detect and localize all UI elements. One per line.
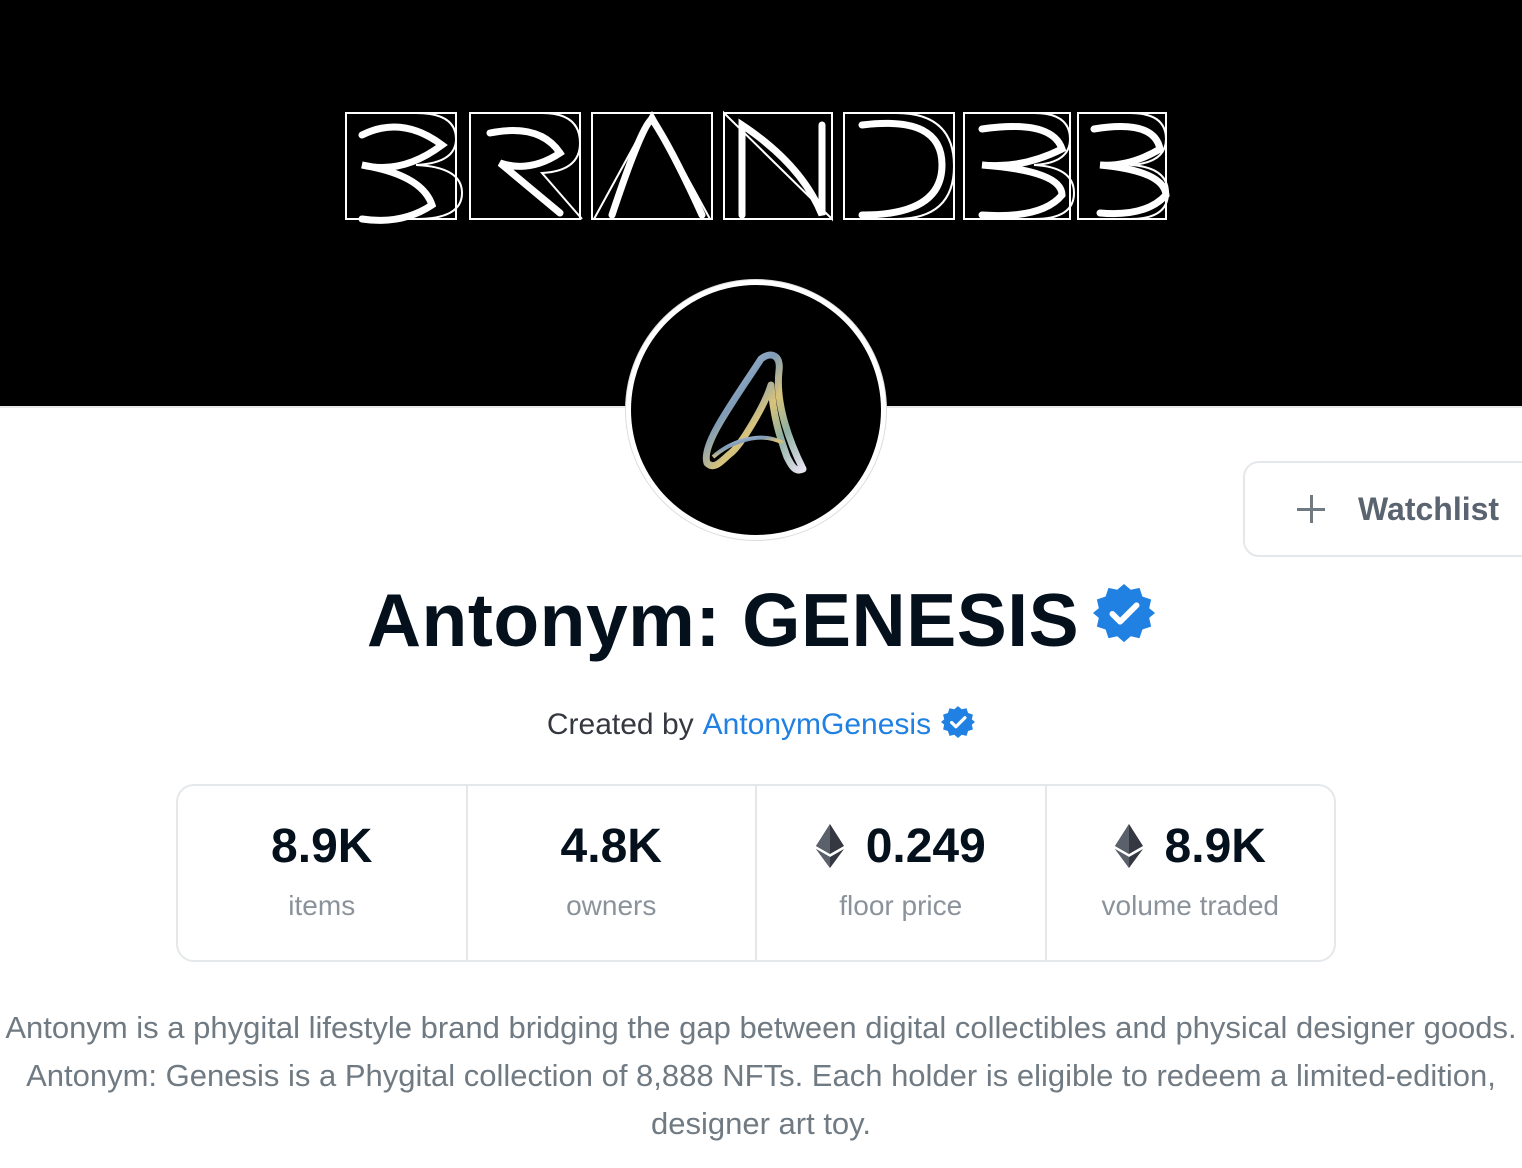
collection-avatar [626,280,886,540]
stat-value: 0.249 [865,819,986,873]
watchlist-button[interactable]: Watchlist [1243,461,1522,557]
stat-value-row: 0.249 [815,816,986,876]
stat-owners[interactable]: 4.8K owners [468,786,757,960]
collection-title: Antonym: GENESIS [366,578,1080,662]
collection-title-row: Antonym: GENESIS [0,570,1522,670]
stat-value: 8.9K [1164,819,1266,873]
stat-value-row: 8.9K [271,816,372,876]
stat-floor-price[interactable]: 0.249 floor price [757,786,1047,960]
stat-label: volume traded [1101,890,1279,921]
plus-icon [1295,493,1327,525]
avatar-image [631,285,881,535]
stat-value: 8.9K [271,819,373,873]
stat-value-row: 8.9K [1114,816,1266,876]
antonym-wordmark-art [345,110,1170,224]
stat-items[interactable]: 8.9K items [178,786,468,960]
stat-value: 4.8K [560,819,662,873]
watchlist-label: Watchlist [1358,490,1500,527]
creator-link[interactable]: AntonymGenesis [703,708,931,742]
creator-row: Created by AntonymGenesis [0,700,1522,750]
ethereum-icon [815,824,844,868]
verified-badge-icon [1093,583,1156,643]
creator-verified-icon [941,706,976,738]
collection-stats: 8.9K items 4.8K owners 0.249 floor price [176,784,1336,962]
collection-description: Antonym is a phygital lifestyle brand br… [5,1010,1517,1141]
antonym-a-logo [702,351,807,474]
stat-value-row: 4.8K [561,816,662,876]
stat-label: floor price [839,890,963,921]
stat-label: owners [566,890,657,921]
creator-prefix: Created by [546,708,694,741]
stat-volume-traded[interactable]: 8.9K volume traded [1047,786,1335,960]
stat-label: items [288,890,356,921]
ethereum-icon [1114,824,1143,868]
